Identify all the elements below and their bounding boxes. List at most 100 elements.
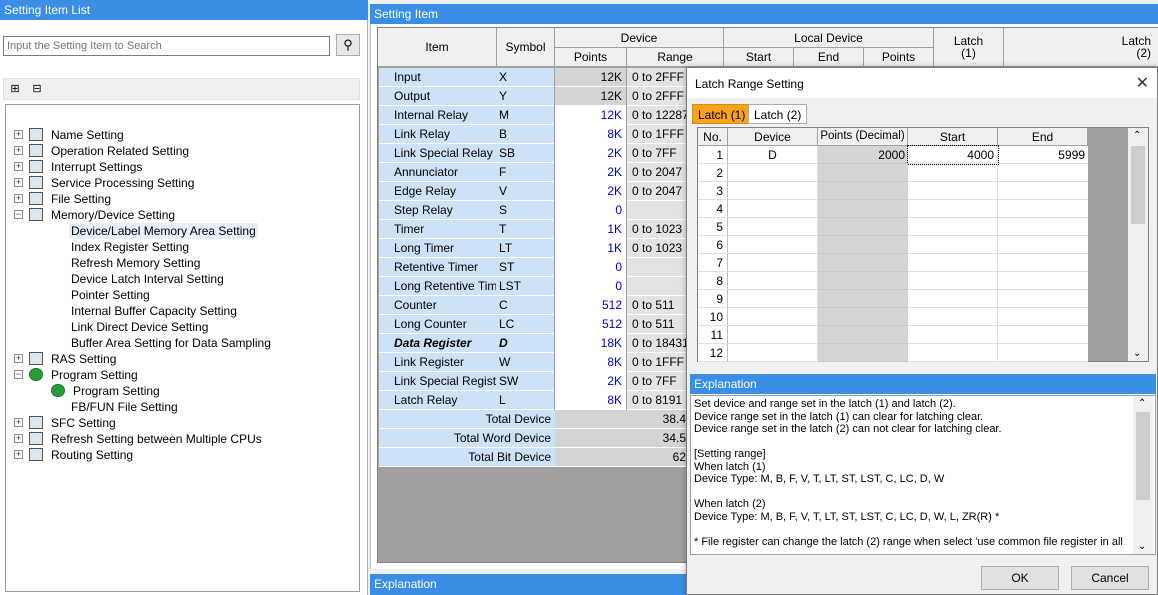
expand-icon[interactable]: + (14, 146, 23, 155)
tree-item[interactable]: Link Direct Device Setting (69, 319, 210, 335)
latch-device-cell[interactable] (728, 326, 818, 344)
latch-row[interactable]: 2 (698, 164, 1088, 182)
table-row[interactable]: Internal Relay M 12K 0 to 12287 (379, 106, 687, 125)
tree-item[interactable]: Memory/Device Setting (49, 207, 177, 223)
table-row[interactable]: Timer T 1K 0 to 1023 (379, 220, 687, 239)
latch-device-cell[interactable] (728, 290, 818, 308)
latch-row[interactable]: 10 (698, 308, 1088, 326)
tree-item[interactable]: Pointer Setting (69, 287, 152, 303)
device-points[interactable]: 0 (555, 201, 626, 220)
expand-icon[interactable]: + (14, 178, 23, 187)
expand-icon[interactable]: + (14, 434, 23, 443)
device-points[interactable]: 12K (555, 68, 626, 87)
scroll-thumb[interactable] (1136, 412, 1150, 500)
tree-item[interactable]: Buffer Area Setting for Data Sampling (69, 335, 273, 351)
latch-row[interactable]: 12 (698, 344, 1088, 362)
tree-item[interactable]: RAS Setting (49, 351, 118, 367)
table-row[interactable]: Long Counter LC 512 0 to 511 (379, 315, 687, 334)
search-button[interactable]: ⚲ (336, 34, 360, 56)
latch-row[interactable]: 6 (698, 236, 1088, 254)
latch-start-cell[interactable] (908, 254, 998, 272)
table-row[interactable]: Latch Relay L 8K 0 to 8191 (379, 391, 687, 410)
latch-start-cell[interactable] (908, 218, 998, 236)
collapse-icon[interactable]: − (14, 210, 23, 219)
search-input[interactable] (3, 36, 330, 56)
latch-start-cell[interactable] (908, 272, 998, 290)
latch-scrollbar[interactable]: ⌃ ⌄ (1128, 128, 1148, 361)
expand-icon[interactable]: + (14, 162, 23, 171)
latch-row[interactable]: 7 (698, 254, 1088, 272)
tree-item[interactable]: SFC Setting (49, 415, 118, 431)
latch-device-cell[interactable] (728, 182, 818, 200)
latch-row[interactable]: 5 (698, 218, 1088, 236)
latch-device-cell[interactable] (728, 200, 818, 218)
device-points[interactable]: 512 (555, 296, 626, 315)
table-row[interactable]: Output Y 12K 0 to 2FFF (379, 87, 687, 106)
device-points[interactable]: 1K (555, 239, 626, 258)
expand-icon[interactable]: + (14, 194, 23, 203)
tree-item[interactable]: FB/FUN File Setting (69, 399, 180, 415)
latch-start-cell[interactable] (908, 164, 998, 182)
device-points[interactable]: 12K (555, 106, 626, 125)
table-row[interactable]: Long Timer LT 1K 0 to 1023 (379, 239, 687, 258)
tab-latch-1[interactable]: Latch (1) (692, 104, 752, 124)
cancel-button[interactable]: Cancel (1071, 566, 1149, 590)
tree-item[interactable]: Index Register Setting (69, 239, 191, 255)
tree-item[interactable]: Name Setting (49, 127, 126, 143)
table-row[interactable]: Annunciator F 2K 0 to 2047 (379, 163, 687, 182)
latch-device-cell[interactable] (728, 344, 818, 362)
expand-icon[interactable]: + (14, 354, 23, 363)
table-row[interactable]: Input X 12K 0 to 2FFF (379, 68, 687, 87)
latch-start-cell[interactable] (908, 290, 998, 308)
latch-row[interactable]: 3 (698, 182, 1088, 200)
device-points[interactable]: 0 (555, 277, 626, 296)
device-points[interactable]: 8K (555, 391, 626, 410)
tree-item[interactable]: Program Setting (49, 367, 140, 383)
latch-start-cell[interactable] (908, 344, 998, 362)
latch-start-cell[interactable] (908, 200, 998, 218)
table-row[interactable]: Link Special Relay SB 2K 0 to 7FF (379, 144, 687, 163)
scroll-up-icon[interactable]: ⌃ (1133, 130, 1141, 141)
latch-row[interactable]: 4 (698, 200, 1088, 218)
scroll-thumb[interactable] (1131, 146, 1145, 224)
device-points[interactable]: 2K (555, 163, 626, 182)
scroll-up-icon[interactable]: ⌃ (1138, 398, 1146, 409)
latch-device-cell[interactable] (728, 164, 818, 182)
latch-row[interactable]: 1 D 2000 4000 5999 (698, 145, 1088, 165)
latch-row[interactable]: 8 (698, 272, 1088, 290)
tree-item[interactable]: Routing Setting (49, 447, 135, 463)
tree-item[interactable]: Program Setting (71, 383, 162, 399)
latch-start-cell[interactable] (908, 236, 998, 254)
device-points[interactable]: 18K (555, 334, 626, 353)
device-points[interactable]: 12K (555, 87, 626, 106)
latch-row[interactable]: 11 (698, 326, 1088, 344)
latch-start-cell[interactable] (908, 326, 998, 344)
expand-icon[interactable]: + (14, 450, 23, 459)
latch-row[interactable]: 9 (698, 290, 1088, 308)
tree-item[interactable]: Internal Buffer Capacity Setting (69, 303, 239, 319)
latch-device-cell[interactable] (728, 272, 818, 290)
latch-start-cell[interactable]: 4000 (907, 145, 999, 165)
table-row[interactable]: Link Relay B 8K 0 to 1FFF (379, 125, 687, 144)
tree-item[interactable]: Refresh Memory Setting (69, 255, 202, 271)
tree-item[interactable]: Service Processing Setting (49, 175, 196, 191)
device-points[interactable]: 8K (555, 125, 626, 144)
table-row[interactable]: Long Retentive TimerLST0 (379, 277, 687, 296)
expand-icon[interactable]: + (14, 130, 23, 139)
expand-all-icon[interactable]: ⊞ (7, 81, 23, 97)
latch-device-cell[interactable] (728, 308, 818, 326)
tree-item[interactable]: Interrupt Settings (49, 159, 144, 175)
device-points[interactable]: 8K (555, 353, 626, 372)
tree-item[interactable]: Refresh Setting between Multiple CPUs (49, 431, 264, 447)
latch-start-cell[interactable] (908, 308, 998, 326)
explanation-scrollbar[interactable]: ⌃ ⌄ (1133, 396, 1153, 554)
ok-button[interactable]: OK (981, 566, 1059, 590)
table-row[interactable]: Link Special Register SW 2K 0 to 7FF (379, 372, 687, 391)
tab-latch-2[interactable]: Latch (2) (748, 104, 808, 124)
tree-item[interactable]: File Setting (49, 191, 113, 207)
device-points[interactable]: 0 (555, 258, 626, 277)
collapse-all-icon[interactable]: ⊟ (29, 81, 45, 97)
tree-item[interactable]: Device/Label Memory Area Setting (69, 223, 258, 239)
collapse-icon[interactable]: − (14, 370, 23, 379)
latch-device-cell[interactable]: D (728, 146, 818, 164)
